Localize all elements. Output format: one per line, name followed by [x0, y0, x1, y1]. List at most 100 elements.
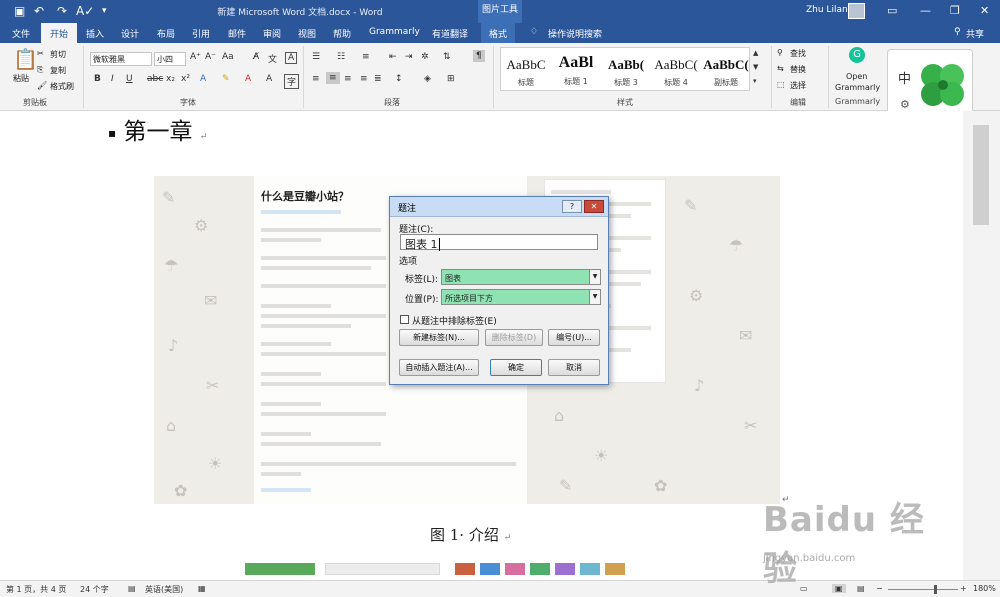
phonetic-guide-icon[interactable]: 文 [268, 52, 277, 65]
change-case-icon[interactable]: Aa [222, 52, 234, 62]
subscript-icon[interactable]: x₂ [166, 74, 175, 84]
ime-chinese-icon[interactable]: 中 [898, 68, 911, 87]
text-effects-icon[interactable]: A [200, 74, 206, 84]
align-center-icon[interactable]: ≡ [326, 72, 340, 84]
zoom-in-icon[interactable]: + [960, 584, 967, 593]
copy-icon[interactable]: ⎘ [37, 65, 43, 75]
grow-font-icon[interactable]: A⁺ [190, 52, 201, 62]
tab-insert[interactable]: 插入 [86, 27, 104, 40]
tab-home[interactable]: 开始 [41, 23, 78, 43]
shading-fill-icon[interactable]: ◈ [424, 74, 431, 84]
proofing-icon[interactable]: ▤ [128, 584, 136, 593]
increase-indent-icon[interactable]: ⇥ [405, 52, 413, 62]
ribbon-display-icon[interactable]: ▭ [887, 4, 897, 17]
new-label-button[interactable]: 新建标签(N)... [399, 329, 479, 346]
tab-layout[interactable]: 布局 [157, 27, 175, 40]
tell-me-search[interactable]: 操作说明搜索 [548, 27, 602, 40]
paste-icon[interactable]: 📋 [13, 47, 38, 71]
styles-scroll-down-icon[interactable]: ▼ [753, 63, 758, 71]
share-button[interactable]: 共享 [966, 27, 984, 40]
styles-more-icon[interactable]: ▾ [753, 77, 757, 85]
cut-button[interactable]: 剪切 [50, 49, 66, 60]
line-spacing-icon[interactable]: ↕ [395, 74, 403, 84]
figure-caption[interactable]: 图 1· 介绍 ↵ [430, 524, 511, 545]
highlight-icon[interactable]: ✎ [222, 74, 230, 84]
dropdown-arrow-icon[interactable]: ▼ [589, 290, 600, 304]
shrink-font-icon[interactable]: A⁻ [205, 52, 216, 62]
sort-icon[interactable]: ⇅ [443, 52, 451, 62]
paste-button[interactable]: 粘贴 [13, 73, 29, 84]
numbering-button[interactable]: 编号(U)... [548, 329, 600, 346]
styles-scroll-up-icon[interactable]: ▲ [753, 49, 758, 57]
tab-view[interactable]: 视图 [298, 27, 316, 40]
style-heading-4[interactable]: AaBbC( 标题 4 [651, 48, 701, 92]
font-size-dropdown[interactable]: 小四 [154, 52, 186, 66]
restore-icon[interactable]: ❐ [950, 4, 960, 17]
format-painter-button[interactable]: 格式刷 [50, 81, 74, 92]
minimize-icon[interactable]: — [920, 4, 931, 17]
label-dropdown[interactable]: 图表 ▼ [441, 269, 601, 285]
avatar[interactable] [848, 3, 865, 19]
dialog-title-bar[interactable]: 题注 ? ✕ [390, 197, 608, 217]
borders-icon[interactable]: ⊞ [447, 74, 455, 84]
dialog-help-button[interactable]: ? [562, 200, 582, 213]
align-right-icon[interactable]: ≡ [344, 74, 352, 84]
macro-icon[interactable]: ▦ [198, 584, 206, 593]
find-icon[interactable]: ⚲ [777, 48, 783, 57]
decrease-indent-icon[interactable]: ⇤ [389, 52, 397, 62]
justify-icon[interactable]: ≡ [360, 74, 368, 84]
enclose-char-icon[interactable]: 字 [284, 74, 300, 89]
chapter-heading[interactable]: ▪ 第一章 ↵ [108, 112, 207, 146]
tab-review[interactable]: 审阅 [263, 27, 281, 40]
find-button[interactable]: 查找 [790, 48, 806, 59]
caption-field[interactable]: 图表 1 [400, 234, 598, 251]
shading-icon[interactable]: A [266, 74, 272, 84]
format-painter-icon[interactable]: 🖌 [37, 81, 47, 90]
chinese-layout-icon[interactable]: ✲ [421, 52, 429, 62]
tab-youdao[interactable]: 有道翻译 [432, 27, 468, 40]
align-left-icon[interactable]: ≡ [312, 74, 320, 84]
numbering-icon[interactable]: ☷ [337, 52, 345, 62]
show-marks-icon[interactable]: ¶ [473, 50, 485, 62]
input-method-widget[interactable]: 中 ⚙ [887, 49, 973, 119]
autocaption-button[interactable]: 自动插入题注(A)... [399, 359, 479, 376]
bullets-icon[interactable]: ☰ [312, 52, 320, 62]
font-color-icon[interactable]: A [245, 74, 251, 84]
tab-references[interactable]: 引用 [192, 27, 210, 40]
copy-button[interactable]: 复制 [50, 65, 66, 76]
tab-design[interactable]: 设计 [121, 27, 139, 40]
close-icon[interactable]: ✕ [980, 4, 989, 17]
tab-mailings[interactable]: 邮件 [228, 27, 246, 40]
superscript-icon[interactable]: x² [181, 74, 190, 84]
select-button[interactable]: 选择 [790, 80, 806, 91]
tab-file[interactable]: 文件 [12, 27, 30, 40]
underline-icon[interactable]: U [126, 74, 133, 84]
char-border-icon[interactable]: A [285, 52, 298, 64]
open-grammarly-button[interactable]: Open [846, 72, 867, 81]
multilevel-list-icon[interactable]: ≡ [362, 52, 370, 62]
tab-grammarly[interactable]: Grammarly [369, 27, 420, 37]
ok-button[interactable]: 确定 [490, 359, 542, 376]
user-name[interactable]: Zhu Lilan [806, 5, 848, 15]
dropdown-arrow-icon[interactable]: ▼ [589, 270, 600, 284]
bold-icon[interactable]: B [94, 74, 101, 84]
replace-button[interactable]: 替换 [790, 64, 806, 75]
scrollbar-thumb[interactable] [973, 125, 989, 225]
style-subtitle[interactable]: AaBbC( 副标题 [701, 48, 751, 92]
ime-settings-icon[interactable]: ⚙ [900, 98, 910, 111]
grammarly-icon[interactable]: G [849, 47, 865, 63]
style-heading-1[interactable]: AaBl 标题 1 [551, 48, 601, 92]
cut-icon[interactable]: ✂ [37, 49, 44, 58]
style-title[interactable]: AaBbC 标题 [501, 48, 551, 92]
tab-format[interactable]: 格式 [481, 23, 516, 43]
clear-format-icon[interactable]: A̸ [253, 52, 259, 62]
tab-help[interactable]: 帮助 [333, 27, 351, 40]
cancel-button[interactable]: 取消 [548, 359, 600, 376]
language-indicator[interactable]: 英语(美国) [145, 584, 183, 595]
vertical-scrollbar[interactable] [963, 111, 1000, 580]
delete-label-button[interactable]: 删除标签(D) [485, 329, 543, 346]
page-count[interactable]: 第 1 页，共 4 页 [6, 584, 66, 595]
font-name-dropdown[interactable]: 微软雅黑 [90, 52, 152, 66]
italic-icon[interactable]: I [111, 74, 114, 84]
word-count[interactable]: 24 个字 [80, 584, 109, 595]
